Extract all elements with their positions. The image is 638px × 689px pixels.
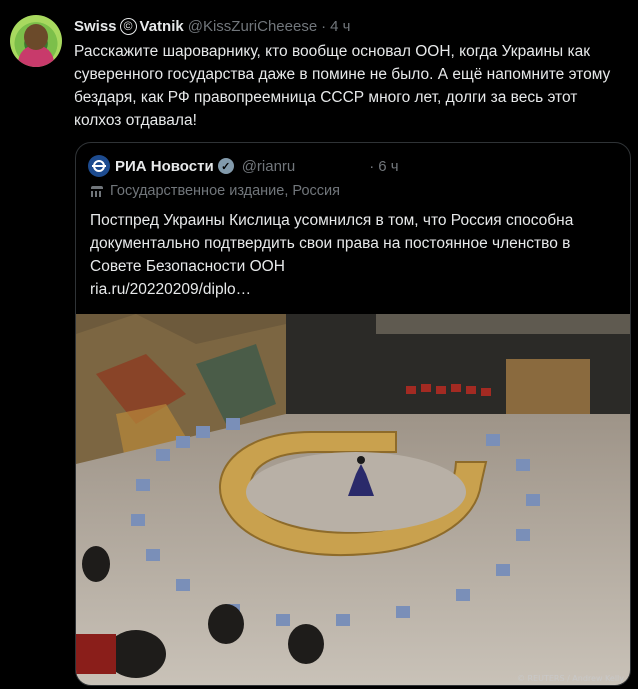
quoted-time[interactable]: 6 ч [378,158,398,175]
quoted-tweet[interactable]: РИА Новости ✓ @rianru · 6 ч Государствен… [75,142,631,686]
government-building-icon [90,184,104,198]
state-media-label[interactable]: Государственное издание, Россия [90,183,340,199]
tweet[interactable]: Swiss © Vatnik @KissZuriCheeese · 4 ч Ра… [0,0,638,689]
tweet-header: Swiss © Vatnik @KissZuriCheeese · 4 ч [74,16,351,36]
author-name[interactable]: Swiss [74,18,117,35]
quoted-separator-dot: · [369,157,375,175]
quoted-header: РИА Новости ✓ @rianru · 6 ч [88,155,399,177]
state-media-label-text: Государственное издание, Россия [110,183,340,199]
tweet-time[interactable]: 4 ч [330,18,350,35]
author-name-suffix[interactable]: Vatnik [140,18,184,35]
verified-badge-icon: ✓ [217,158,234,174]
ria-logo[interactable] [88,155,110,177]
quoted-text-block: Постпред Украины Кислица усомнился в том… [90,209,620,301]
separator-dot: · [321,17,327,35]
copyright-icon: © [119,17,137,35]
quoted-photo[interactable]: © REUTERS / Andrew Kelly [76,314,630,685]
quoted-link[interactable]: ria.ru/20220209/diplo… [90,278,620,301]
quoted-text: Постпред Украины Кислица усомнился в том… [90,212,574,275]
security-council-photo [76,314,630,685]
tweet-text: Расскажите шароварнику, кто вообще основ… [74,43,611,129]
quoted-handle[interactable]: @rianru [242,158,296,175]
quoted-author-name[interactable]: РИА Новости [115,158,214,175]
photo-credit: © REUTERS / Andrew Kelly [516,674,624,683]
author-handle[interactable]: @KissZuriCheeese [188,18,317,35]
avatar[interactable] [10,15,62,67]
